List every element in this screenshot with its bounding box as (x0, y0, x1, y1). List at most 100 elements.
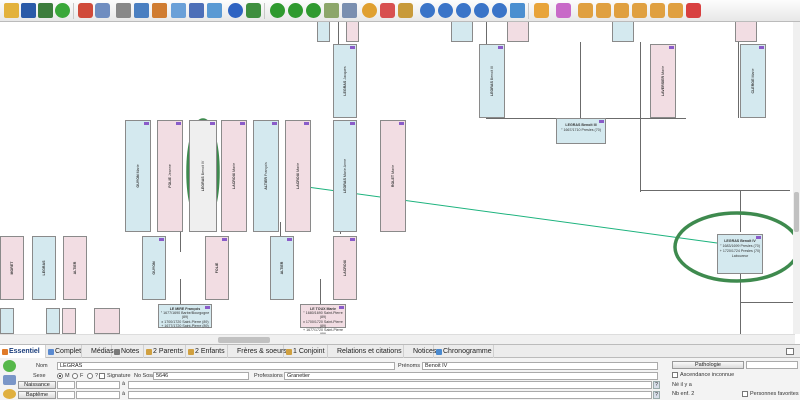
tab-relations[interactable]: Relations et citations (328, 345, 404, 358)
horizontal-scrollbar[interactable] (0, 334, 795, 344)
person-card[interactable]: LACROIX Marie (221, 120, 247, 232)
naissance-date-input[interactable] (76, 381, 120, 389)
person-card[interactable] (507, 22, 529, 42)
person-tree-icon[interactable] (246, 3, 261, 18)
tab-parents[interactable]: 2 Parents (144, 345, 186, 358)
person-card[interactable] (46, 308, 60, 334)
document-icon[interactable] (3, 375, 16, 385)
zoom-in-icon[interactable] (420, 3, 435, 18)
naissance-date-prefix[interactable] (57, 381, 75, 389)
tab-conjoint[interactable]: 1 Conjoint (284, 345, 328, 358)
delete-person-icon[interactable] (686, 3, 701, 18)
person-card-benoit-iii[interactable]: LEGRAS Benoit III ° 1667/1710 Presles (70… (556, 118, 606, 144)
print-icon[interactable] (116, 3, 131, 18)
tab-medias[interactable]: Médias (82, 345, 114, 358)
tab-enfants[interactable]: 2 Enfants (186, 345, 228, 358)
detach-icon[interactable] (786, 348, 794, 355)
sexe-q-radio[interactable] (87, 373, 93, 379)
person-card[interactable]: GUYON (142, 236, 166, 300)
redo-icon[interactable] (95, 3, 110, 18)
naissance-button[interactable]: Naissance (18, 381, 56, 389)
person-card-benoit-iv[interactable]: LEGRAS Benoit IV ° 1683/1699 Presles (70)… (717, 234, 763, 274)
person-card[interactable]: LEGRAS Benoit III (479, 44, 505, 118)
undo-icon[interactable] (78, 3, 93, 18)
pathologie-button[interactable]: Pathologie (672, 361, 744, 369)
person-card[interactable]: LEGRAS (32, 236, 56, 300)
help-icon[interactable] (228, 3, 243, 18)
naissance-place-input[interactable] (128, 381, 652, 389)
bank-icon[interactable] (324, 3, 339, 18)
person-card-selected[interactable]: LEGRAS Benoit IV (189, 120, 217, 232)
pathologie-input[interactable] (746, 361, 798, 369)
grid-icon[interactable] (207, 3, 222, 18)
tab-complet[interactable]: Complet (46, 345, 82, 358)
person-card[interactable]: LACROIX Marie (285, 120, 311, 232)
bapteme-date-prefix[interactable] (57, 391, 75, 399)
person-card-le-toux[interactable]: LE TOUX Marie ° 1680/1690 Saint-Pierre (8… (300, 304, 346, 336)
search-icon[interactable] (362, 3, 377, 18)
sexe-m-radio[interactable] (57, 373, 63, 379)
person-card[interactable]: LACROIX (333, 236, 357, 300)
tree-icon[interactable] (38, 3, 53, 18)
fullscreen-icon[interactable] (510, 3, 525, 18)
person-card[interactable]: LEGRAS Marie Anne (333, 120, 357, 232)
add-person-icon[interactable] (650, 3, 665, 18)
list-icon[interactable] (171, 3, 186, 18)
person-card[interactable] (451, 22, 473, 42)
favorites-checkbox[interactable] (742, 391, 748, 397)
tab-essentiel[interactable]: Essentiel (0, 345, 46, 358)
profession-input[interactable]: Granetier (284, 372, 658, 380)
person-card[interactable]: LAVERSIER Marie (650, 44, 676, 118)
printer-icon[interactable] (342, 3, 357, 18)
add-parent-icon[interactable] (578, 3, 593, 18)
person-card[interactable] (612, 22, 634, 42)
zoom-reset-icon[interactable] (492, 3, 507, 18)
ascendance-checkbox[interactable] (672, 372, 678, 378)
sexe-f-radio[interactable] (72, 373, 78, 379)
nom-input[interactable]: LEGRAS (57, 362, 395, 370)
person-card[interactable]: ALTIER François (253, 120, 279, 232)
person-card[interactable]: LEGRAS Jacques (333, 44, 357, 118)
vertical-scrollbar[interactable] (793, 22, 800, 334)
info-icon[interactable] (3, 389, 16, 399)
scrollbar-thumb[interactable] (218, 337, 270, 343)
person-card[interactable]: ALTIER (270, 236, 294, 300)
edit-person-icon[interactable] (668, 3, 683, 18)
tag-icon[interactable] (398, 3, 413, 18)
zoom-icon[interactable] (474, 3, 489, 18)
settings-icon[interactable] (134, 3, 149, 18)
help-button[interactable]: ? (653, 391, 660, 399)
person-card[interactable]: MORET (0, 236, 24, 300)
person-card[interactable]: CLERGE Marie (740, 44, 766, 118)
family-tree-canvas[interactable]: LEGRAS Jacques LEGRAS Benoit III LAVERSI… (0, 22, 800, 344)
person-card[interactable]: FOLIE Jeanne (157, 120, 183, 232)
help-button[interactable]: ? (653, 381, 660, 389)
signature-checkbox[interactable] (99, 373, 105, 379)
refresh-icon[interactable] (55, 3, 70, 18)
bapteme-place-input[interactable] (128, 391, 652, 399)
add-child-icon[interactable] (596, 3, 611, 18)
person-card[interactable] (346, 22, 359, 42)
person-icon[interactable] (534, 3, 549, 18)
person-card[interactable]: FOLIE (205, 236, 229, 300)
number-3-icon[interactable] (306, 3, 321, 18)
list-icon-2[interactable] (189, 3, 204, 18)
person-card[interactable] (0, 308, 14, 334)
filter-down-icon[interactable] (556, 3, 571, 18)
tab-notes[interactable]: Notes (112, 345, 144, 358)
person-card[interactable] (317, 22, 330, 42)
zoom-out-icon[interactable] (438, 3, 453, 18)
save-icon[interactable] (21, 3, 36, 18)
number-1-icon[interactable] (270, 3, 285, 18)
number-2-icon[interactable] (288, 3, 303, 18)
prenoms-input[interactable]: Benoit IV (422, 362, 658, 370)
check-icon[interactable] (3, 360, 16, 372)
folder-open-icon[interactable] (4, 3, 19, 18)
add-sibling-icon[interactable] (632, 3, 647, 18)
filter-icon[interactable] (380, 3, 395, 18)
sosa-input[interactable]: 5646 (153, 372, 249, 380)
tab-chronogramme[interactable]: Chronogramme (434, 345, 494, 358)
person-card-le-mire[interactable]: LE MIRE François ° 1677/1690 Barbe/Bourgo… (158, 304, 212, 328)
scrollbar-thumb[interactable] (794, 192, 799, 232)
bapteme-date-input[interactable] (76, 391, 120, 399)
